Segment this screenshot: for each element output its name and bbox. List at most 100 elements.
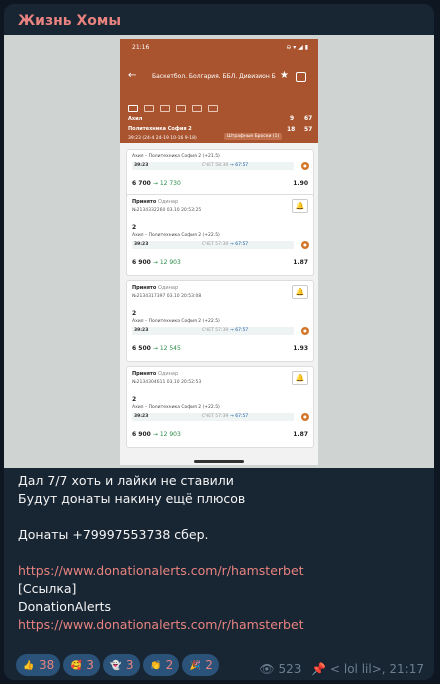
free-throws-badge: Штрафные Броски (1) [224,133,283,140]
bet-event: Ахил – Политехника София 2 (+22.5) [132,233,220,238]
bet-time: 39:23 [134,163,149,168]
stats-icon [296,72,306,82]
team1-score: 67 [304,115,313,122]
team-2: Политехника София 2 [128,126,192,132]
donation-link[interactable]: https://www.donationalerts.com/r/hamster… [18,562,422,580]
bet-status: Принято Одинар [132,285,179,291]
basketball-icon: ● [301,241,309,249]
reaction-count: 38 [39,658,55,672]
bet-amount: 6 900 → 12 903 [132,259,181,266]
reaction-count: 3 [125,658,134,672]
team-1: Ахил [128,116,143,122]
eye-icon: 👁 [259,662,275,676]
clapping-hands-icon: 👏 [149,660,162,671]
bell-icon: 🔔 [292,371,308,385]
bet-live-score: → 67:57 [230,242,249,247]
bet-amount: 6 900 → 12 903 [132,431,181,438]
message-line: Дал 7/7 хоть и лайки не ставили [18,473,234,488]
bet-live-row: 39:23 СЧЕТ 57:39 → 67:57 [132,413,294,421]
message-line [18,508,422,526]
reaction-ghost[interactable]: 👻 3 [102,654,140,676]
views-count: 523 [278,662,302,676]
reaction-smiling-face-hearts[interactable]: 🥰 3 [63,654,100,676]
bet-score-label: СЧЕТ 57:39 [202,414,229,419]
bet-card: Принято Одинар №2134332260 03.10 20:53:2… [126,194,314,276]
thumbs-up-icon: 👍 [23,660,35,671]
bet-time: 39:23 [134,242,149,247]
bet-live-row: 39:23 СЧЕТ 57:39 → 67:57 [132,241,294,249]
bell-icon: 🔔 [292,199,308,213]
back-arrow-icon: ← [128,70,137,81]
bet-card: Принято Одинар №2134317397 03.10 20:53:0… [126,280,314,362]
bet-score-label: СЧЕТ 57:39 [202,328,229,333]
donation-link-2[interactable]: https://www.donationalerts.com/r/hamster… [18,616,422,634]
message-time: 21:17 [389,662,424,676]
party-popper-icon: 🎉 [189,660,201,671]
bet-amount: 6 700 → 12 730 [132,180,181,187]
status-time: 21:16 [132,44,150,51]
bet-live-score: → 67:57 [230,328,249,333]
bet-card: Принято Одинар №2134304611 03.10 20:52:5… [126,366,314,448]
basketball-icon: ● [301,413,309,421]
bet-odds: 1.87 [293,431,308,438]
bet-pick: 2 [132,224,137,231]
bet-time: 39:23 [134,414,149,419]
status-icons: ⊖ ▾ ◢ ▮ [286,44,308,51]
bet-odds: 1.90 [293,180,308,187]
tab-icon [160,105,170,112]
reaction-party-popper[interactable]: 🎉 2 [182,654,219,676]
period-scores: 39:23 (24-4 24-19 10-16 9-18) [128,136,197,141]
reaction-thumbs-up[interactable]: 👍 38 [16,654,61,676]
bet-score-label: СЧЕТ 58:39 [202,163,229,168]
message-line: Будут донаты накину ещё плюсов [18,491,246,506]
tab-icon [208,105,218,112]
reaction-count: 3 [86,658,94,672]
message-line: Донаты +79997553738 сбер. [18,527,209,542]
bet-number: №2134332260 03.10 20:53:25 [132,208,202,213]
basketball-icon: ● [301,162,309,170]
bet-event: Ахил – Политехника София 2 (+22.5) [132,405,220,410]
league-title: Баскетбол. Болгария. ББЛ. Дивизион Б [152,73,276,80]
bet-pick: 2 [132,310,137,317]
link-preview-label: [Ссылка] [18,581,77,596]
author-signature: < lol lil> [330,662,382,676]
tab-icon [128,105,138,112]
bet-live-score: → 67:57 [230,163,249,168]
tab-icon [192,105,202,112]
message-line [18,544,422,562]
message-text: Дал 7/7 хоть и лайки не ставили Будут до… [18,472,422,634]
team1-score-set: 9 [290,115,295,122]
reaction-count: 2 [165,658,174,672]
bet-live-row: 39:23 СЧЕТ 57:39 → 67:57 [132,327,294,335]
message-bubble: Жизнь Хомы 21:16 ⊖ ▾ ◢ ▮ ← Баскетбол. Бо… [4,4,434,680]
bet-odds: 1.93 [293,345,308,352]
team2-score-set: 18 [287,126,296,133]
star-icon: ★ [280,70,289,81]
home-indicator [194,460,244,463]
reaction-count: 2 [205,658,213,672]
betting-app-screenshot: 21:16 ⊖ ▾ ◢ ▮ ← Баскетбол. Болгария. ББЛ… [120,39,318,465]
link-preview-site[interactable]: DonationAlerts [18,598,422,616]
bet-event: Ахил – Политехника София 2 (+21.5) [132,154,220,159]
bell-icon: 🔔 [292,285,308,299]
bet-number: №2134304611 03.10 20:52:53 [132,380,202,385]
reaction-clapping-hands[interactable]: 👏 2 [142,654,180,676]
basketball-icon: ● [301,327,309,335]
bet-live-row: 39:23 СЧЕТ 58:39 → 67:57 [132,162,294,170]
bet-pick: 2 [132,396,137,403]
tab-icon [176,105,186,112]
team2-score: 57 [304,126,313,133]
ghost-icon: 👻 [110,660,122,671]
bet-amount: 6 500 → 12 545 [132,345,181,352]
bet-status: Принято Одинар [132,371,179,377]
view-tabs [128,97,224,116]
message-photo[interactable]: 21:16 ⊖ ▾ ◢ ▮ ← Баскетбол. Болгария. ББЛ… [4,35,434,468]
reactions-bar: 👍 38 🥰 3 👻 3 👏 2 🎉 2 [16,654,222,678]
channel-name[interactable]: Жизнь Хомы [18,13,121,29]
smiling-face-hearts-icon: 🥰 [70,660,82,671]
pin-icon: 📌 [311,662,327,676]
bet-status: Принято Одинар [132,199,179,205]
bet-odds: 1.87 [293,259,308,266]
match-header: 21:16 ⊖ ▾ ◢ ▮ ← Баскетбол. Болгария. ББЛ… [120,39,318,143]
message-meta: 👁 523 📌 < lol lil>, 21:17 [259,662,424,676]
